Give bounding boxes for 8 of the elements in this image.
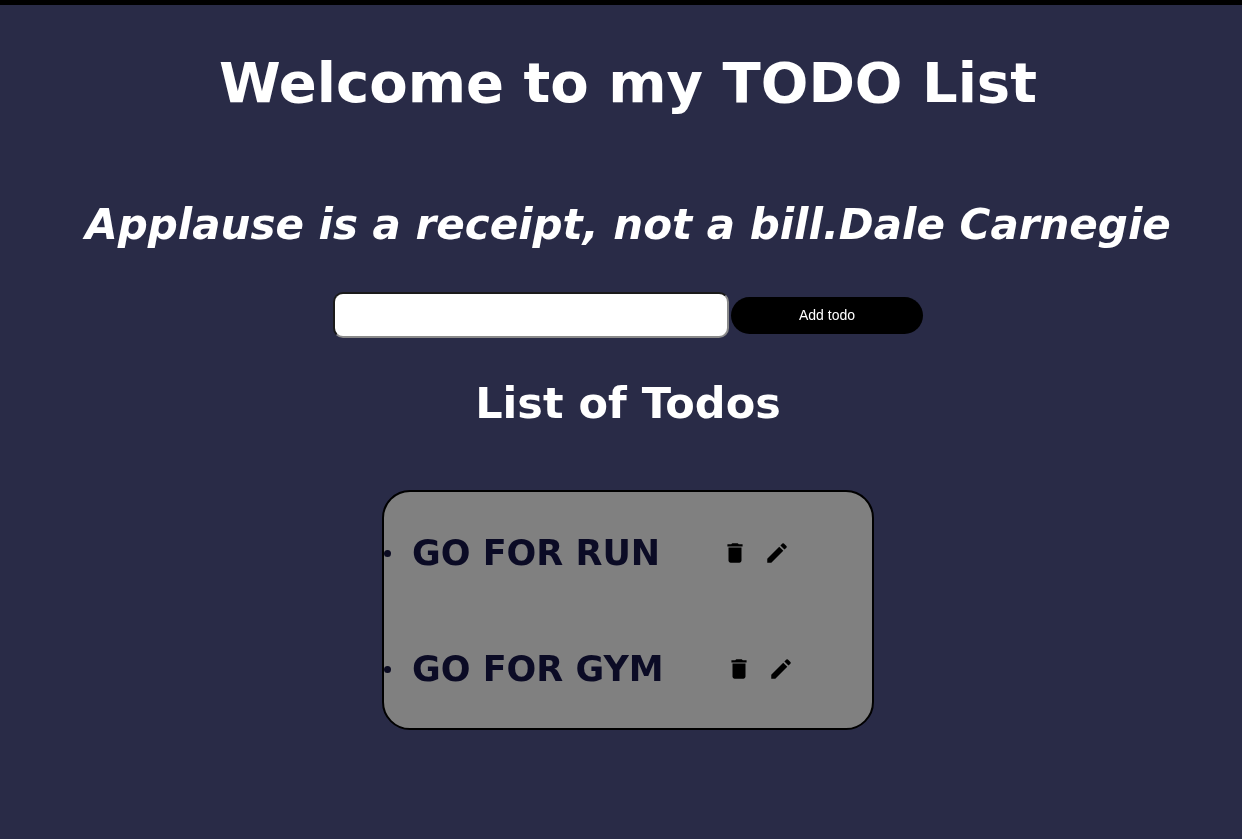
todo-text: GO FOR RUN [412, 533, 661, 573]
bullet-icon [384, 665, 391, 673]
todo-text: GO FOR GYM [412, 649, 664, 689]
add-todo-button[interactable]: Add todo [731, 296, 923, 334]
page-title: Welcome to my TODO List [219, 49, 1037, 117]
todo-input[interactable] [333, 292, 729, 338]
list-heading: List of Todos [475, 377, 781, 430]
bullet-icon [384, 549, 391, 557]
